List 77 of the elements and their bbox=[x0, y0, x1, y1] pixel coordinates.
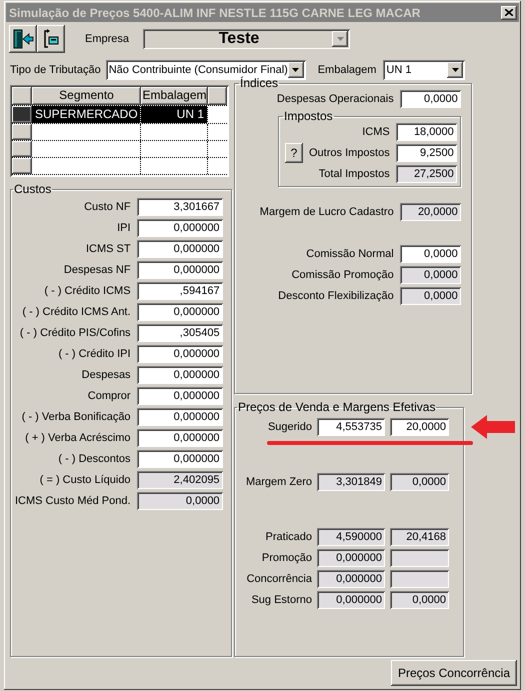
field-label: Praticado bbox=[266, 531, 312, 543]
field-label: Outros Impostos bbox=[309, 147, 390, 159]
row-indicator[interactable] bbox=[12, 158, 32, 174]
number-field[interactable]: 0,000000 bbox=[136, 387, 223, 405]
table-cell: SUPERMERCADO bbox=[32, 106, 141, 123]
field-label: Compror bbox=[88, 390, 131, 402]
field-label: Margem Zero bbox=[246, 476, 312, 488]
field-label: Desconto Flexibilização bbox=[278, 290, 394, 302]
field-label: Despesas Operacionais bbox=[276, 93, 394, 105]
field-label: ( - ) Crédito ICMS bbox=[44, 285, 131, 297]
arrow-drawing bbox=[471, 415, 515, 439]
price-field[interactable]: 4,553735 bbox=[317, 418, 385, 436]
field-label: Comissão Promoção bbox=[292, 269, 394, 281]
caret-icon bbox=[292, 68, 300, 72]
group-title: Preços de Venda e Margens Efetivas bbox=[237, 400, 436, 414]
field-label: ( - ) Crédito ICMS Ant. bbox=[22, 306, 131, 318]
number-field[interactable]: 9,2500 bbox=[396, 144, 457, 162]
number-field[interactable]: 0,000000 bbox=[136, 219, 223, 237]
field-label: ICMS bbox=[362, 126, 390, 138]
toolbar-button[interactable] bbox=[9, 25, 37, 53]
field-label: Promoção bbox=[262, 552, 312, 564]
number-field[interactable]: 0,000000 bbox=[136, 408, 223, 426]
door-arrow-icon bbox=[12, 28, 34, 50]
table-cell: UN 1 bbox=[141, 106, 208, 123]
caret-icon bbox=[336, 37, 344, 41]
close-icon bbox=[505, 9, 513, 16]
number-field[interactable]: 0,000000 bbox=[136, 450, 223, 468]
number-field[interactable]: 0,000000 bbox=[136, 240, 223, 258]
field-label: ( - ) Crédito IPI bbox=[58, 348, 131, 360]
field-label: Concorrência bbox=[246, 573, 312, 585]
window-title: Simulação de Preços 5400-ALIM INF NESTLE 115G CARNE LEG MACAR bbox=[9, 6, 420, 20]
field-label: Custo NF bbox=[84, 201, 131, 213]
empresa-label: Empresa bbox=[85, 33, 130, 45]
field-label: ( + ) Verba Acréscimo bbox=[25, 432, 131, 444]
field-label: ( - ) Descontos bbox=[58, 453, 131, 465]
caret-icon bbox=[452, 68, 459, 72]
number-field[interactable]: 0,0000 bbox=[400, 245, 461, 263]
packaging-dropdown[interactable]: UN 1 bbox=[383, 60, 466, 80]
row-indicator[interactable] bbox=[12, 124, 32, 140]
margin-field[interactable]: 20,0000 bbox=[390, 418, 449, 436]
field-label: ICMS Custo Méd Pond. bbox=[15, 495, 131, 507]
group-title: Impostos bbox=[283, 109, 334, 123]
number-field[interactable]: 3,301667 bbox=[136, 198, 223, 216]
close-button[interactable] bbox=[501, 6, 517, 20]
tax-type-label: Tipo de Tributação bbox=[10, 64, 101, 76]
help-button[interactable]: ? bbox=[285, 143, 303, 163]
number-field[interactable]: 0,000000 bbox=[136, 429, 223, 447]
number-field[interactable]: 18,0000 bbox=[396, 123, 457, 141]
row-indicator[interactable] bbox=[12, 106, 32, 123]
field-label: ( - ) Verba Bonificação bbox=[22, 411, 131, 423]
number-field[interactable]: 0,000000 bbox=[136, 345, 223, 363]
field-label: Sug Estorno bbox=[251, 594, 312, 606]
field-label: Sugerido bbox=[268, 421, 312, 433]
number-field[interactable]: 0,000000 bbox=[136, 261, 223, 279]
field-label: Despesas NF bbox=[64, 264, 131, 276]
packaging-label: Embalagem bbox=[318, 64, 376, 76]
number-field[interactable]: 0,000000 bbox=[136, 366, 223, 384]
field-label: Total Impostos bbox=[318, 168, 390, 180]
grid-row[interactable]: SUPERMERCADO UN 1 bbox=[12, 106, 227, 124]
number-field[interactable]: ,594167 bbox=[136, 282, 223, 300]
field-label: ( = ) Custo Líquido bbox=[40, 474, 131, 486]
number-field[interactable]: ,305405 bbox=[136, 324, 223, 342]
competitor-prices-button[interactable]: Preços Concorrência bbox=[390, 660, 517, 686]
field-label: ( - ) Crédito PIS/Cofins bbox=[20, 327, 131, 339]
number-field[interactable]: 0,0000 bbox=[400, 90, 461, 108]
field-label: Despesas bbox=[82, 369, 131, 381]
number-field[interactable]: 0,000000 bbox=[136, 303, 223, 321]
field-label: ICMS ST bbox=[86, 243, 131, 255]
row-indicator[interactable] bbox=[12, 140, 32, 157]
field-label: IPI bbox=[117, 222, 131, 234]
toolbar-button[interactable] bbox=[37, 25, 65, 53]
field-label: Comissão Normal bbox=[306, 248, 394, 260]
corner-header bbox=[12, 87, 32, 105]
field-label: Margem de Lucro Cadastro bbox=[260, 206, 394, 218]
column-header[interactable]: Segmento bbox=[32, 87, 141, 105]
column-header[interactable]: Embalagem bbox=[141, 87, 208, 105]
group-title: Custos bbox=[13, 182, 52, 196]
